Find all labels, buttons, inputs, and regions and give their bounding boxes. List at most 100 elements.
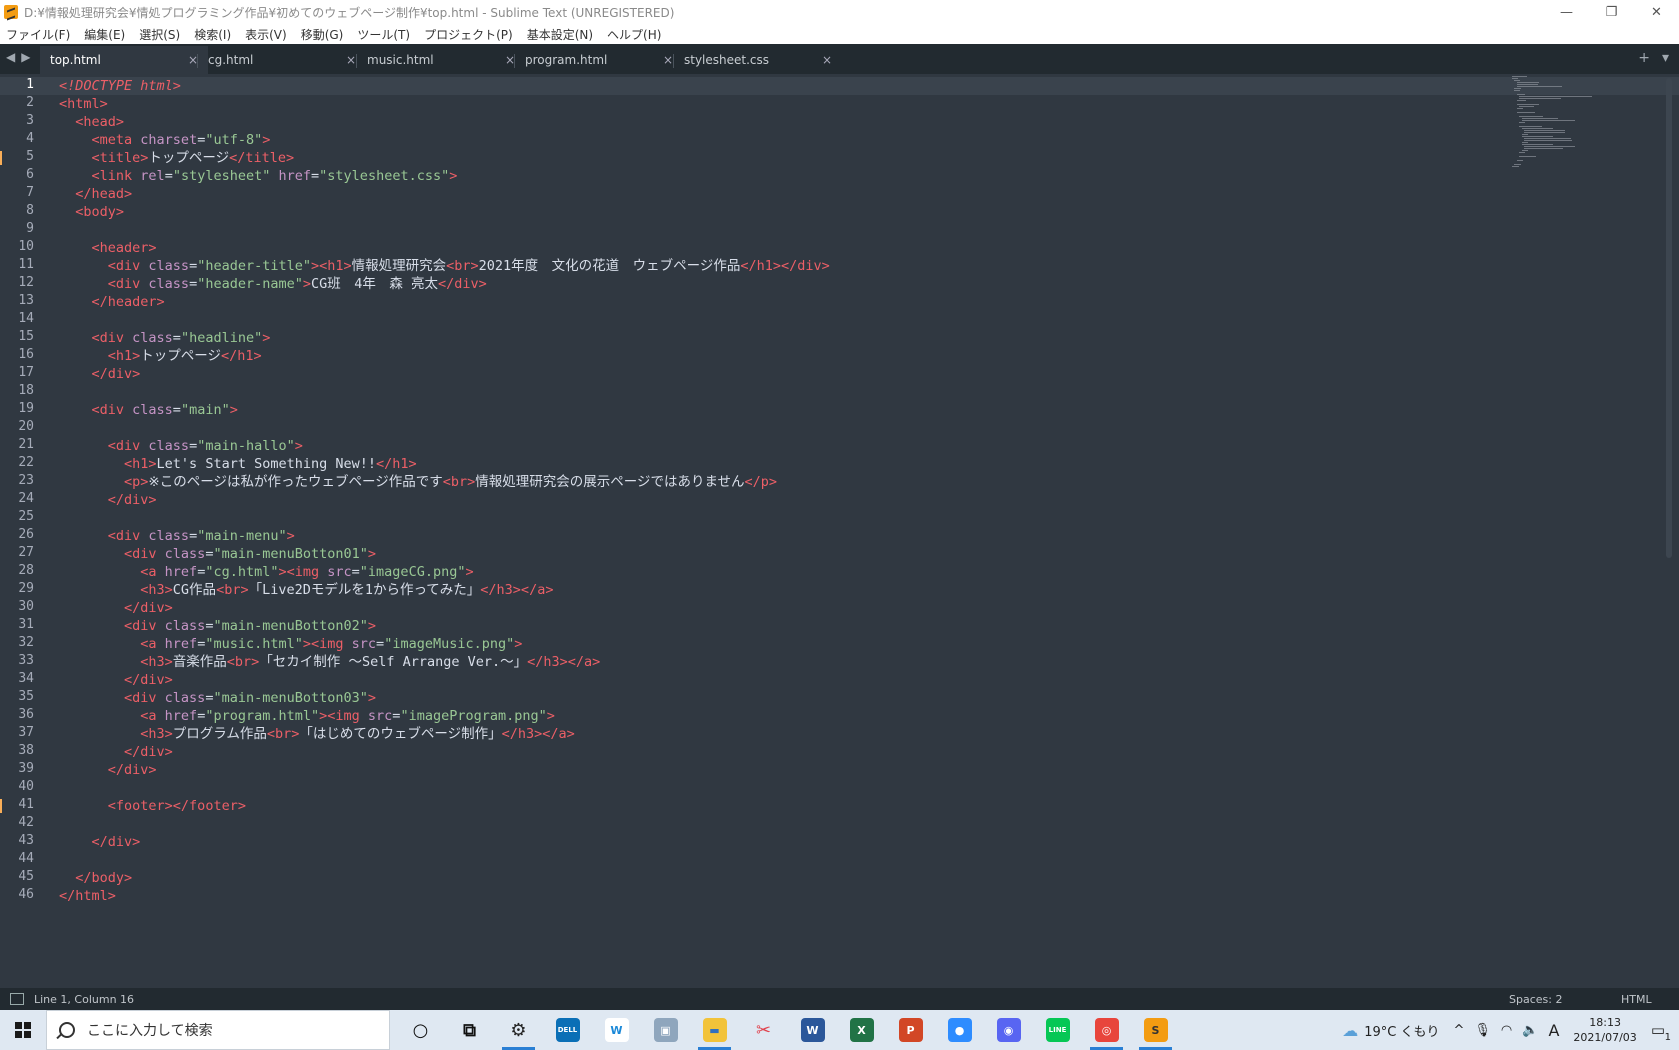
menu-item-9[interactable]: ヘルプ(H)	[601, 26, 669, 43]
code-line[interactable]: </html>	[59, 887, 116, 905]
tab-close-icon[interactable]: ×	[822, 53, 832, 67]
tab-dropdown-icon[interactable]: ▾	[1662, 50, 1669, 66]
tab-0[interactable]: top.html ×	[40, 46, 208, 74]
code-line[interactable]: <body>	[59, 203, 124, 221]
taskbar-app[interactable]: ▣	[641, 1010, 690, 1050]
code-line[interactable]: <a href="cg.html"><img src="imageCG.png"…	[59, 563, 473, 581]
notification-icon[interactable]: ▭ 1	[1651, 1021, 1671, 1043]
code-line[interactable]: <a href="music.html"><img src="imageMusi…	[59, 635, 522, 653]
taskbar-app[interactable]: ◉	[984, 1010, 1033, 1050]
menu-item-1[interactable]: 編集(E)	[78, 26, 133, 43]
code-line[interactable]: <header>	[59, 239, 157, 257]
taskbar-app[interactable]: ⚙	[494, 1010, 543, 1050]
ime-indicator[interactable]: A	[1548, 1021, 1559, 1040]
minimap[interactable]	[1512, 76, 1612, 167]
taskbar-app[interactable]: S	[1131, 1010, 1180, 1050]
code-line[interactable]: </div>	[59, 671, 173, 689]
menu-item-6[interactable]: ツール(T)	[351, 26, 418, 43]
code-line[interactable]: <div class="headline">	[59, 329, 271, 347]
code-line[interactable]: <h3>プログラム作品<br>「はじめてのウェブページ制作」</h3></a>	[59, 725, 575, 743]
taskbar-app[interactable]: ○	[396, 1010, 445, 1050]
code-line[interactable]: <head>	[59, 113, 124, 131]
taskbar-app[interactable]: DELL	[543, 1010, 592, 1050]
code-line[interactable]: <h1>トップページ</h1>	[59, 347, 262, 365]
close-button[interactable]: ✕	[1634, 0, 1679, 24]
code-line[interactable]: </header>	[59, 293, 165, 311]
menu-item-2[interactable]: 選択(S)	[133, 26, 188, 43]
code-line[interactable]: <title>トップページ</title>	[59, 149, 295, 167]
code-line[interactable]: <p>※このページは私が作ったウェブページ作品です<br>情報処理研究会の展示ペ…	[59, 473, 777, 491]
microphone-icon[interactable]: 🎙	[1474, 1023, 1491, 1038]
tab-close-icon[interactable]: ×	[663, 53, 673, 67]
minimize-button[interactable]: —	[1544, 0, 1589, 24]
taskbar-app[interactable]: ✂	[739, 1010, 788, 1050]
indentation-setting[interactable]: Spaces: 2	[1509, 993, 1621, 1006]
menu-item-3[interactable]: 検索(I)	[188, 26, 239, 43]
code-line[interactable]: <a href="program.html"><img src="imagePr…	[59, 707, 555, 725]
code-line[interactable]: </body>	[59, 869, 132, 887]
taskbar-app[interactable]: LINE	[1033, 1010, 1082, 1050]
code-line[interactable]: <div class="main-hallo">	[59, 437, 303, 455]
code-line[interactable]: <h1>Let's Start Something New!!</h1>	[59, 455, 417, 473]
taskbar-app[interactable]: ▬	[690, 1010, 739, 1050]
code-line[interactable]: <div class="main-menuBotton01">	[59, 545, 376, 563]
panel-toggle-icon[interactable]	[10, 993, 24, 1005]
start-button[interactable]	[0, 1010, 46, 1050]
code-line[interactable]: <h3>音楽作品<br>「セカイ制作 ～Self Arrange Ver.～」<…	[59, 653, 600, 671]
code-line[interactable]: <div class="header-title"><h1>情報処理研究会<br…	[59, 257, 830, 275]
taskbar-search[interactable]: ここに入力して検索	[46, 1010, 390, 1050]
clock[interactable]: 18:13 2021/07/03	[1573, 1015, 1636, 1045]
menu-item-7[interactable]: プロジェクト(P)	[418, 26, 521, 43]
tab-3[interactable]: program.html ×	[515, 46, 683, 74]
menu-item-5[interactable]: 移動(G)	[295, 26, 352, 43]
code-line[interactable]: <meta charset="utf-8">	[59, 131, 271, 149]
code-line[interactable]: <footer></footer>	[59, 797, 246, 815]
code-line[interactable]: <div class="main-menuBotton03">	[59, 689, 376, 707]
cursor-position[interactable]: Line 1, Column 16	[34, 993, 134, 1006]
taskbar-app[interactable]: W	[788, 1010, 837, 1050]
taskbar-app[interactable]: X	[837, 1010, 886, 1050]
code-token: <h3>	[140, 654, 173, 670]
tab-4[interactable]: stylesheet.css ×	[674, 46, 842, 74]
tab-close-icon[interactable]: ×	[346, 53, 356, 67]
line-number: 34	[18, 671, 34, 686]
tab-2[interactable]: music.html ×	[357, 46, 525, 74]
code-line[interactable]: </div>	[59, 833, 141, 851]
menu-item-8[interactable]: 基本設定(N)	[521, 26, 601, 43]
code-line[interactable]: </div>	[59, 761, 157, 779]
code-line[interactable]: <h3>CG作品<br>「Live2Dモデルを1から作ってみた」</h3></a…	[59, 581, 553, 599]
menu-item-0[interactable]: ファイル(F)	[0, 26, 78, 43]
code-line[interactable]: </div>	[59, 599, 173, 617]
vertical-scrollbar[interactable]	[1666, 78, 1672, 558]
taskbar-app[interactable]: ◎	[1082, 1010, 1131, 1050]
code-line[interactable]: <link rel="stylesheet" href="stylesheet.…	[59, 167, 458, 185]
code-line[interactable]: </div>	[59, 365, 141, 383]
taskbar-app[interactable]: ●	[935, 1010, 984, 1050]
code-line[interactable]: </div>	[59, 743, 173, 761]
syntax-setting[interactable]: HTML	[1621, 993, 1679, 1006]
taskbar-app[interactable]: P	[886, 1010, 935, 1050]
taskbar-app[interactable]: W	[592, 1010, 641, 1050]
code-editor[interactable]: 1 2 3 4 5 6 7 8 9 10 11 12 13 14 15 16 17 18 19 20 21 22 23 24 2…	[0, 74, 1679, 988]
tab-back-icon[interactable]: ◀	[6, 50, 15, 64]
tab-1[interactable]: cg.html ×	[198, 46, 366, 74]
tab-forward-icon[interactable]: ▶	[21, 50, 30, 64]
new-tab-icon[interactable]: +	[1638, 50, 1650, 66]
restore-button[interactable]: ❐	[1589, 0, 1634, 24]
code-line[interactable]: </div>	[59, 491, 157, 509]
code-token: class	[164, 546, 206, 562]
menu-item-4[interactable]: 表示(V)	[239, 26, 295, 43]
weather-text[interactable]: 19°C くもり	[1364, 1021, 1439, 1040]
code-line[interactable]: <html>	[59, 95, 108, 113]
code-line[interactable]: <div class="main-menuBotton02">	[59, 617, 376, 635]
code-line[interactable]: </head>	[59, 185, 132, 203]
code-line[interactable]: <div class="header-name">CG班 4年 森 亮太</di…	[59, 275, 487, 293]
volume-icon[interactable]: 🔈	[1522, 1023, 1538, 1038]
code-line[interactable]: <div class="main-menu">	[59, 527, 295, 545]
code-line[interactable]: <!DOCTYPE html>	[59, 77, 181, 95]
tray-chevron-icon[interactable]: ^	[1454, 1023, 1465, 1038]
code-line[interactable]: <div class="main">	[59, 401, 238, 419]
taskbar-app[interactable]: ⧉	[445, 1010, 494, 1050]
wifi-icon[interactable]: ◠	[1501, 1023, 1512, 1038]
